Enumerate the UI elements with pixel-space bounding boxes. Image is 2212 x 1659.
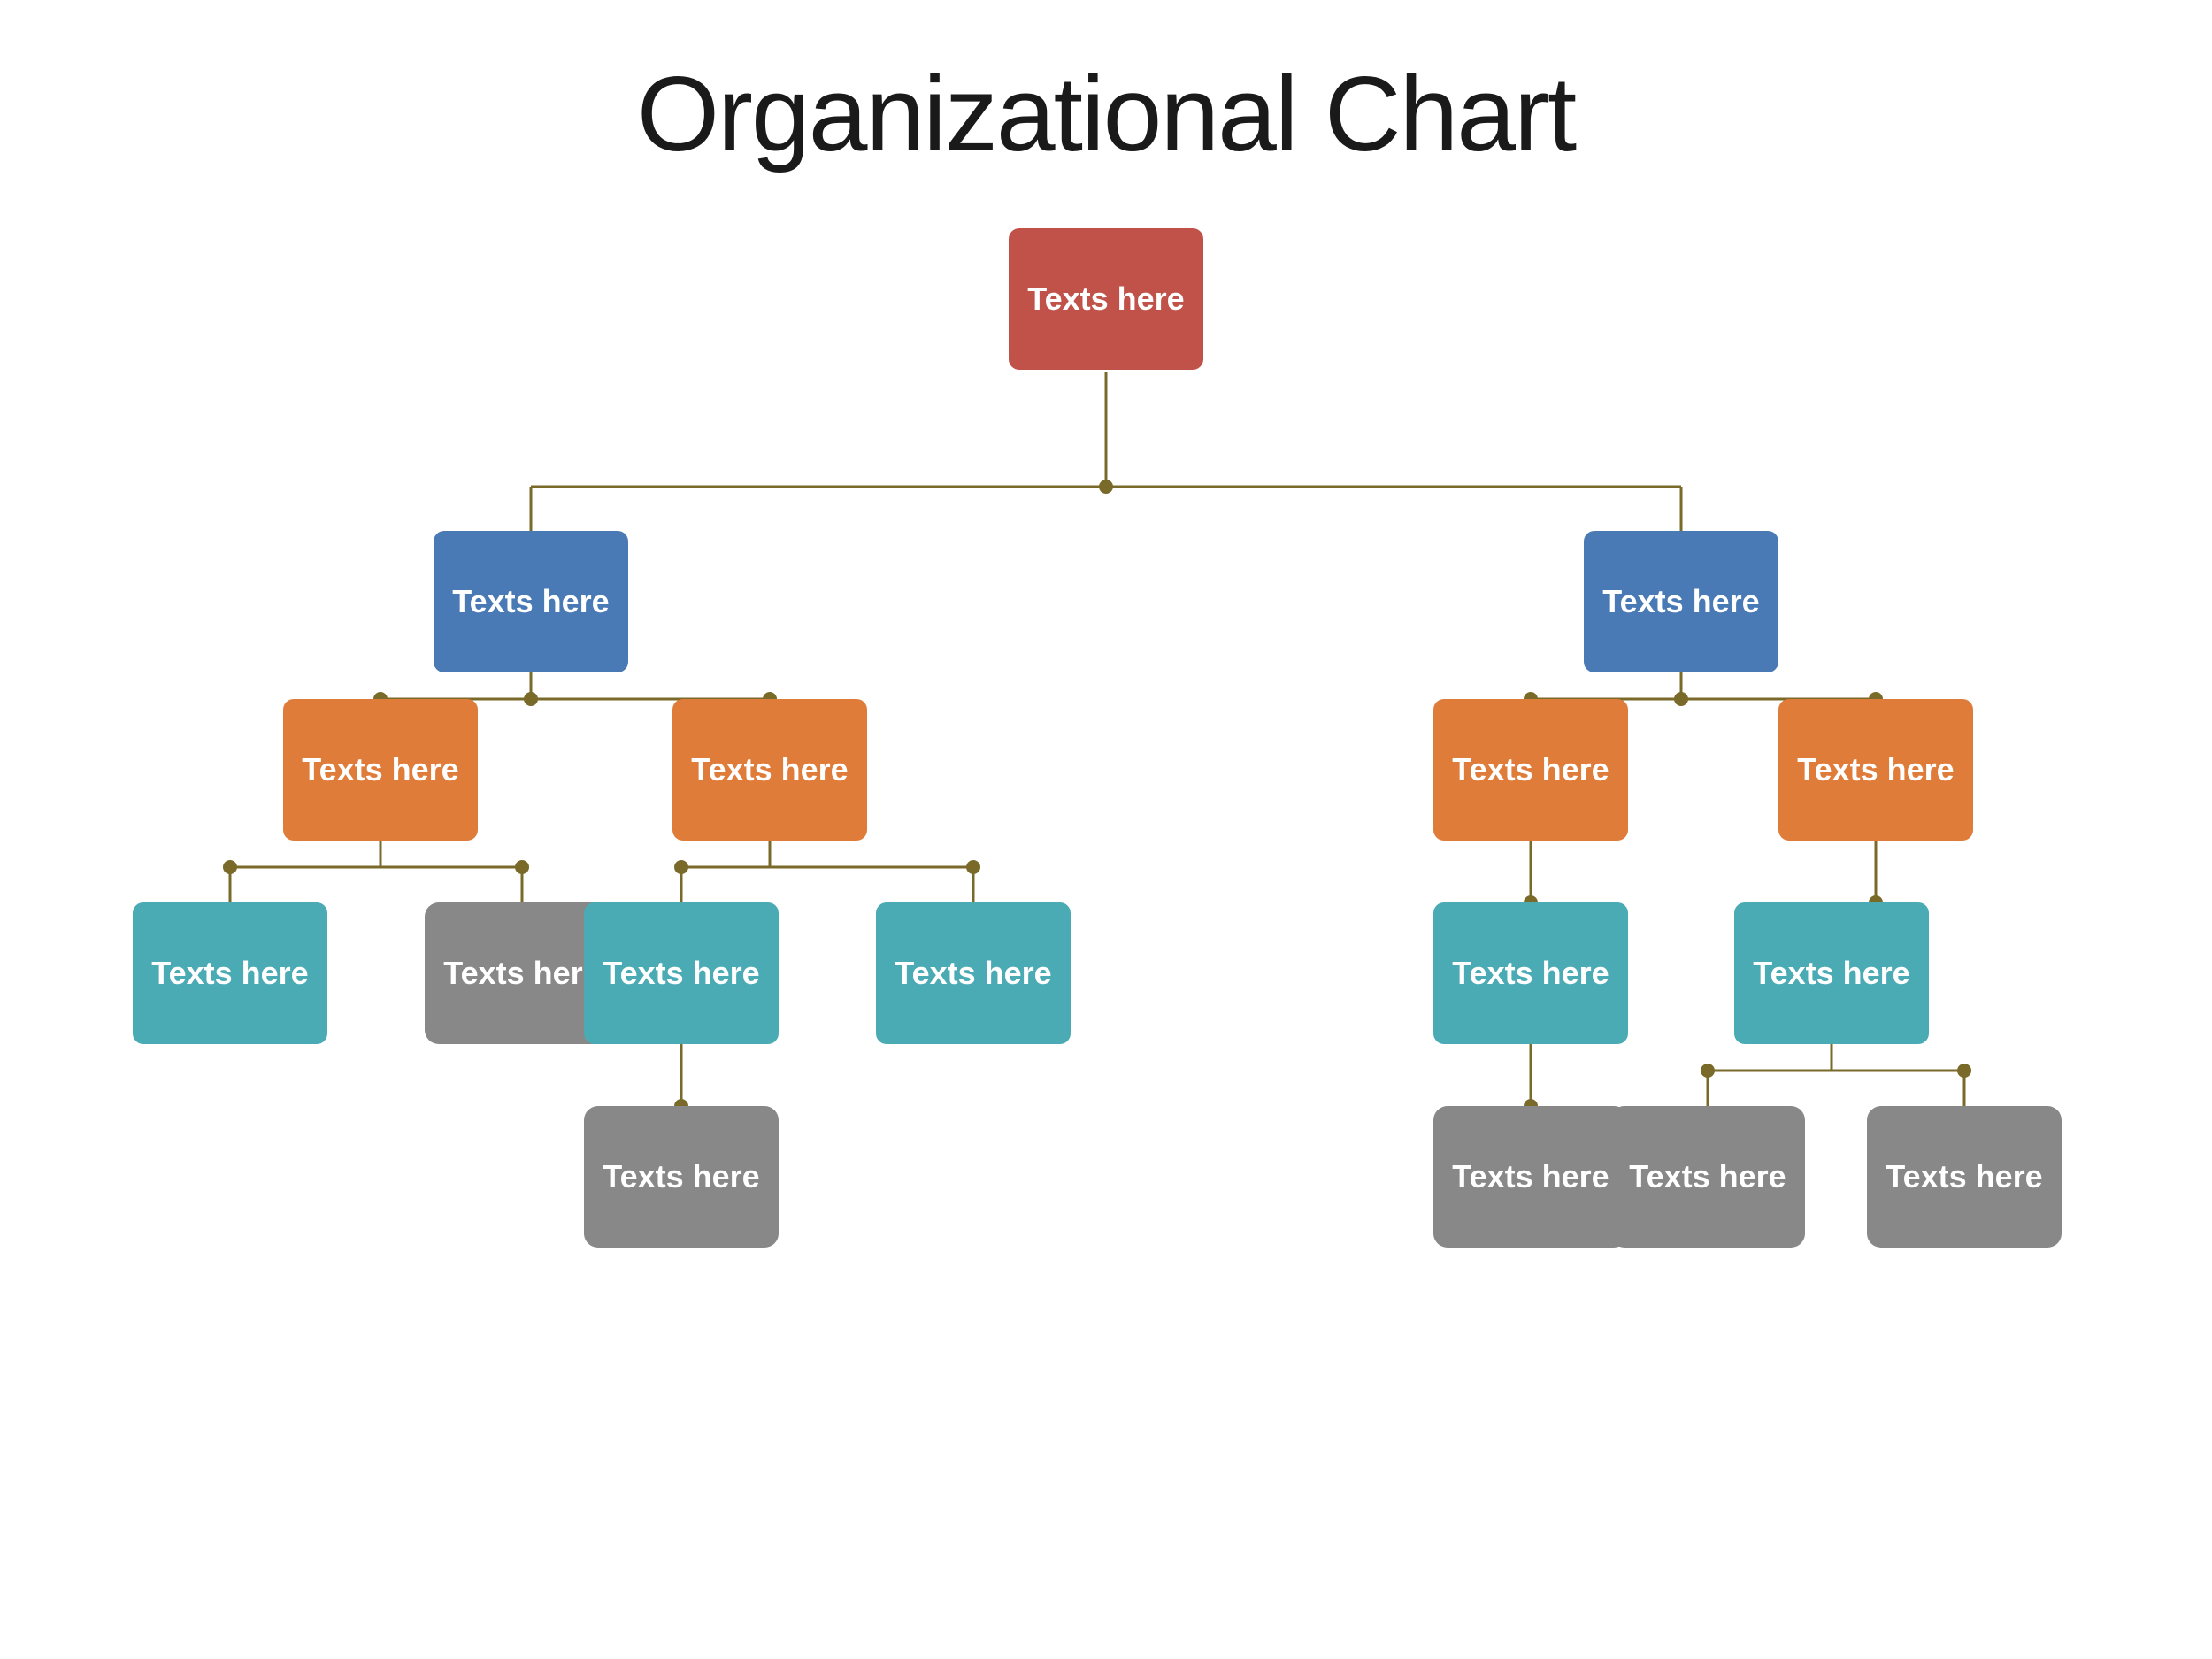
node-l4-d1b: Texts here bbox=[1867, 1106, 2062, 1248]
node-l3-d1: Texts here bbox=[1734, 902, 1929, 1044]
node-l1-left: Texts here bbox=[434, 531, 628, 672]
node-l3-b1: Texts here bbox=[584, 902, 779, 1044]
node-l3-a1: Texts here bbox=[133, 902, 327, 1044]
node-root: Texts here bbox=[1009, 228, 1203, 370]
node-l4-b1: Texts here bbox=[584, 1106, 779, 1248]
node-l2-b: Texts here bbox=[672, 699, 867, 841]
node-l2-c: Texts here bbox=[1433, 699, 1628, 841]
node-l4-d1a: Texts here bbox=[1610, 1106, 1805, 1248]
node-l2-a: Texts here bbox=[283, 699, 478, 841]
node-l4-c1: Texts here bbox=[1433, 1106, 1628, 1248]
page-title: Organizational Chart bbox=[637, 53, 1576, 175]
node-l1-right: Texts here bbox=[1584, 531, 1778, 672]
node-l3-b2: Texts here bbox=[876, 902, 1071, 1044]
node-l2-d: Texts here bbox=[1778, 699, 1973, 841]
org-chart: Texts here Texts here Texts here Texts h… bbox=[44, 228, 2168, 1659]
node-l3-c1: Texts here bbox=[1433, 902, 1628, 1044]
